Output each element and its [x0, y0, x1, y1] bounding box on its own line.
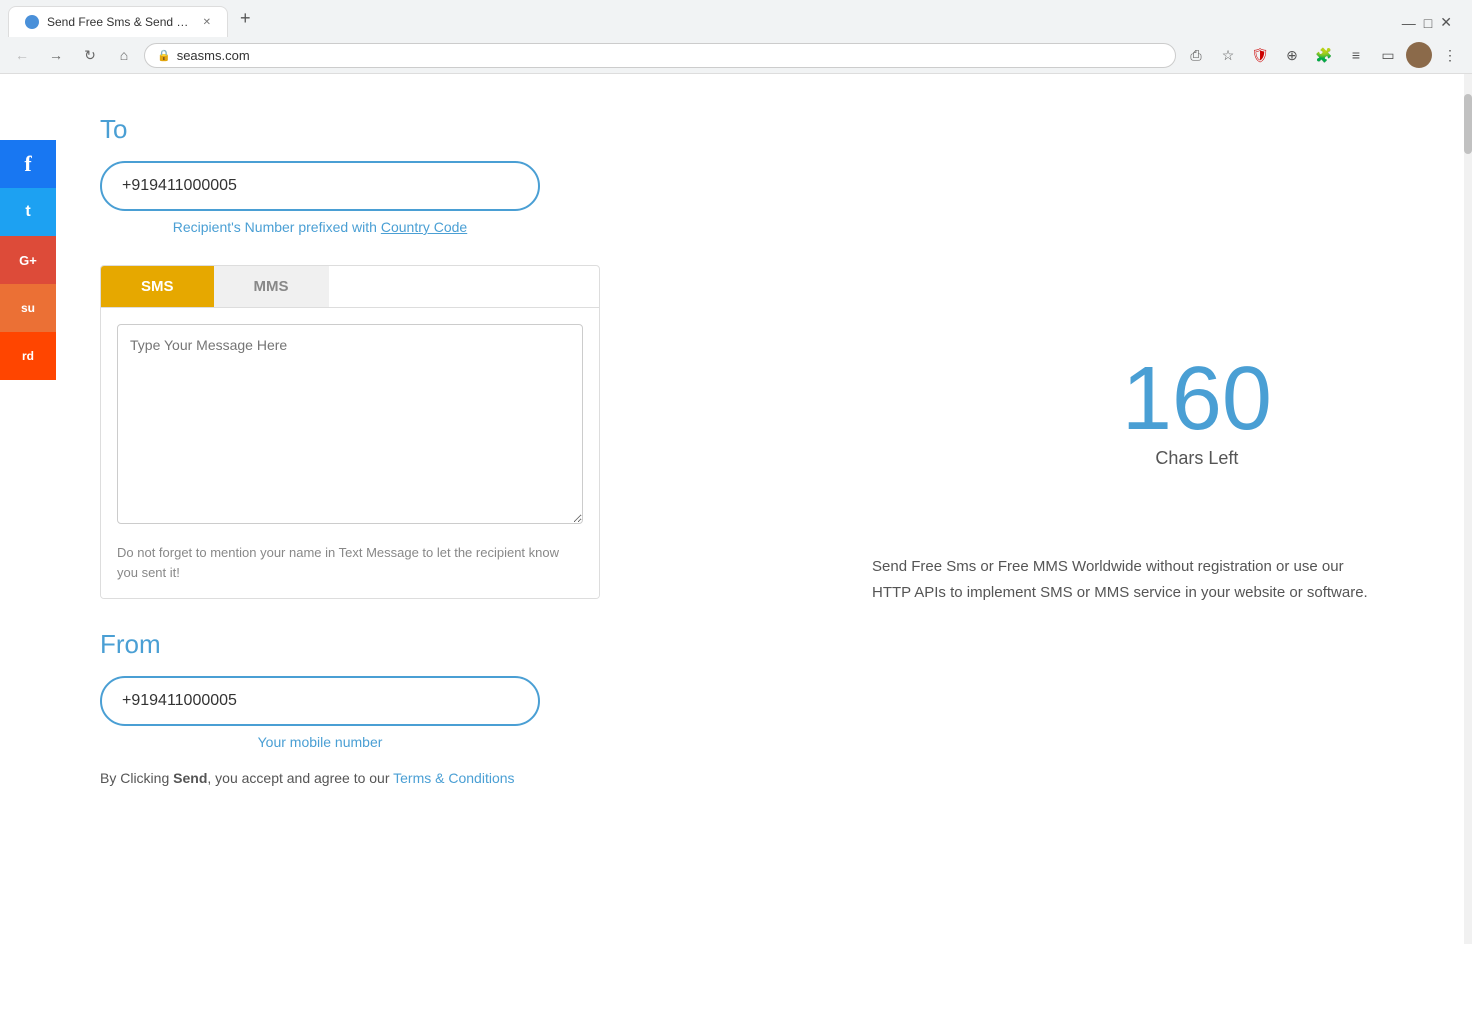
- browser-tab-active[interactable]: Send Free Sms & Send Free MMS ✕: [8, 6, 228, 37]
- tab-favicon: [25, 15, 39, 29]
- from-hint: Your mobile number: [258, 734, 383, 750]
- google-plus-share-button[interactable]: G+: [0, 236, 56, 284]
- scrollbar[interactable]: [1464, 74, 1472, 944]
- chars-counter: 160 Chars Left: [1122, 354, 1272, 469]
- browser-chrome: Send Free Sms & Send Free MMS ✕ + — □ ✕ …: [0, 0, 1472, 74]
- facebook-share-button[interactable]: f: [0, 140, 56, 188]
- scrollbar-thumb[interactable]: [1464, 94, 1472, 154]
- menu-button[interactable]: ⋮: [1436, 41, 1464, 69]
- terms-link[interactable]: Terms & Conditions: [393, 770, 514, 786]
- tab-bar: Send Free Sms & Send Free MMS ✕ + — □ ✕: [0, 0, 1472, 37]
- lock-icon: 🔒: [157, 49, 171, 62]
- terms-text: By Clicking Send, you accept and agree t…: [100, 770, 1392, 786]
- tab-title: Send Free Sms & Send Free MMS: [47, 15, 195, 29]
- profile-avatar[interactable]: [1406, 42, 1432, 68]
- message-tabs: SMS MMS: [101, 266, 599, 308]
- tab-sms[interactable]: SMS: [101, 266, 214, 307]
- tab-mms[interactable]: MMS: [214, 266, 329, 307]
- back-button[interactable]: ←: [8, 41, 36, 69]
- toolbar-right: ⎙ ☆ 🛡 ⊕ 🧩 ≡ ▭ ⋮: [1182, 41, 1464, 69]
- window-minimize-button[interactable]: —: [1402, 15, 1416, 31]
- country-code-link[interactable]: Country Code: [381, 219, 467, 235]
- extension-button[interactable]: 🛡: [1246, 41, 1274, 69]
- message-container: SMS MMS Do not forget to mention your na…: [100, 265, 600, 599]
- terms-send: Send: [173, 770, 207, 786]
- browser-body: To Recipient's Number prefixed with Coun…: [0, 74, 1472, 944]
- address-bar[interactable]: 🔒 seasms.com: [144, 43, 1176, 68]
- to-section: To Recipient's Number prefixed with Coun…: [100, 114, 1392, 235]
- terms-prefix: By Clicking: [100, 770, 173, 786]
- twitter-share-button[interactable]: t: [0, 188, 56, 236]
- home-button[interactable]: ⌂: [110, 41, 138, 69]
- to-label: To: [100, 114, 1392, 145]
- forward-button[interactable]: →: [42, 41, 70, 69]
- terms-middle: , you accept and agree to our: [207, 770, 393, 786]
- message-textarea[interactable]: [117, 324, 583, 524]
- social-sidebar: f t G+ su rd: [0, 140, 56, 380]
- promo-text: Send Free Sms or Free MMS Worldwide with…: [872, 554, 1372, 605]
- splitscreen-button[interactable]: ▭: [1374, 41, 1402, 69]
- window-close-button[interactable]: ✕: [1440, 14, 1452, 31]
- recipient-hint-prefix: Recipient's Number prefixed with: [173, 219, 381, 235]
- share-button[interactable]: ⎙: [1182, 41, 1210, 69]
- account-button[interactable]: ⊕: [1278, 41, 1306, 69]
- reddit-share-button[interactable]: rd: [0, 332, 56, 380]
- from-label: From: [100, 629, 1392, 660]
- to-phone-input[interactable]: [100, 161, 540, 211]
- tab-close-button[interactable]: ✕: [203, 17, 211, 28]
- refresh-button[interactable]: ↻: [76, 41, 104, 69]
- message-hint: Do not forget to mention your name in Te…: [117, 543, 583, 582]
- message-body: Do not forget to mention your name in Te…: [101, 308, 599, 598]
- extensions-button[interactable]: 🧩: [1310, 41, 1338, 69]
- stumbleupon-share-button[interactable]: su: [0, 284, 56, 332]
- to-hint-text: Recipient's Number prefixed with Country…: [100, 219, 540, 235]
- page-content: To Recipient's Number prefixed with Coun…: [0, 74, 1472, 944]
- chars-number: 160: [1122, 354, 1272, 444]
- from-hint-text: Your mobile number: [100, 734, 540, 750]
- media-button[interactable]: ≡: [1342, 41, 1370, 69]
- chars-label: Chars Left: [1122, 448, 1272, 469]
- new-tab-button[interactable]: +: [228, 0, 263, 37]
- bookmark-button[interactable]: ☆: [1214, 41, 1242, 69]
- from-phone-input[interactable]: [100, 676, 540, 726]
- browser-toolbar: ← → ↻ ⌂ 🔒 seasms.com ⎙ ☆ 🛡 ⊕ 🧩 ≡ ▭ ⋮: [0, 37, 1472, 73]
- from-section: From Your mobile number: [100, 629, 1392, 750]
- window-maximize-button[interactable]: □: [1424, 15, 1432, 31]
- url-text: seasms.com: [177, 48, 1163, 63]
